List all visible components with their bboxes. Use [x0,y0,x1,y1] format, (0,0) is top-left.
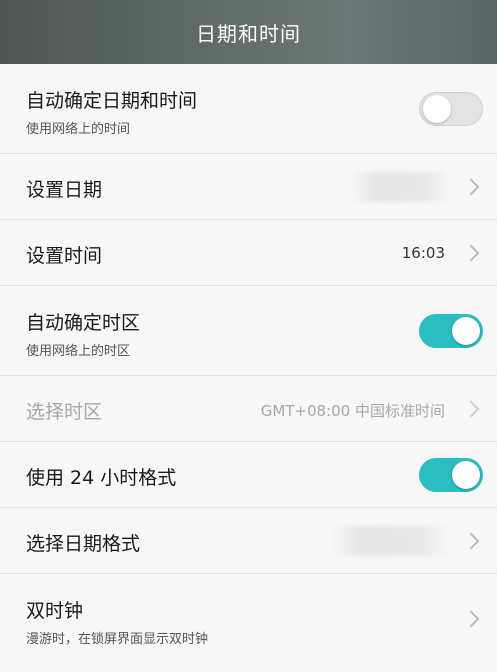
setting-auto-timezone[interactable]: 自动确定时区 使用网络上的时区 [0,286,497,376]
time-value: 16:03 [401,244,445,262]
setting-dual-clock-title: 双时钟 [26,600,84,622]
setting-select-timezone: 选择时区 GMT+08:00 中国标准时间 [0,376,497,442]
toggle-knob [452,461,480,489]
setting-set-time-title: 设置时间 [26,245,103,267]
toggle-knob [452,317,480,345]
setting-use-24h[interactable]: 使用 24 小时格式 [0,442,497,508]
use-24h-toggle[interactable] [419,458,483,492]
setting-set-date[interactable]: 设置日期 [0,154,497,220]
setting-auto-timezone-title: 自动确定时区 [26,312,141,334]
setting-set-date-title: 设置日期 [26,179,103,201]
date-format-value-blurred [331,526,451,556]
chevron-right-icon [462,244,480,262]
chevron-right-icon [462,400,480,418]
setting-auto-timezone-subtitle: 使用网络上的时区 [26,344,131,359]
setting-auto-datetime-subtitle: 使用网络上的时间 [26,122,131,137]
title-bar: 日期和时间 [0,0,497,64]
setting-date-format-title: 选择日期格式 [26,533,141,555]
chevron-right-icon [462,532,480,550]
setting-auto-datetime[interactable]: 自动确定日期和时间 使用网络上的时间 [0,64,497,154]
setting-dual-clock-subtitle: 漫游时，在锁屏界面显示双时钟 [26,632,209,647]
setting-auto-datetime-title: 自动确定日期和时间 [26,90,198,112]
chevron-right-icon [462,610,480,628]
setting-set-time[interactable]: 设置时间 16:03 [0,220,497,286]
date-value-blurred [351,172,451,202]
timezone-value: GMT+08:00 中国标准时间 [260,402,445,420]
setting-date-format[interactable]: 选择日期格式 [0,508,497,574]
auto-datetime-toggle[interactable] [419,92,483,126]
setting-use-24h-title: 使用 24 小时格式 [26,467,177,489]
settings-list: 自动确定日期和时间 使用网络上的时间 设置日期 设置时间 16:03 自动确定时… [0,64,497,664]
chevron-right-icon [462,178,480,196]
page-title: 日期和时间 [196,21,301,46]
toggle-knob [423,95,451,123]
setting-select-timezone-title: 选择时区 [26,401,103,423]
auto-timezone-toggle[interactable] [419,314,483,348]
setting-dual-clock[interactable]: 双时钟 漫游时，在锁屏界面显示双时钟 [0,574,497,664]
